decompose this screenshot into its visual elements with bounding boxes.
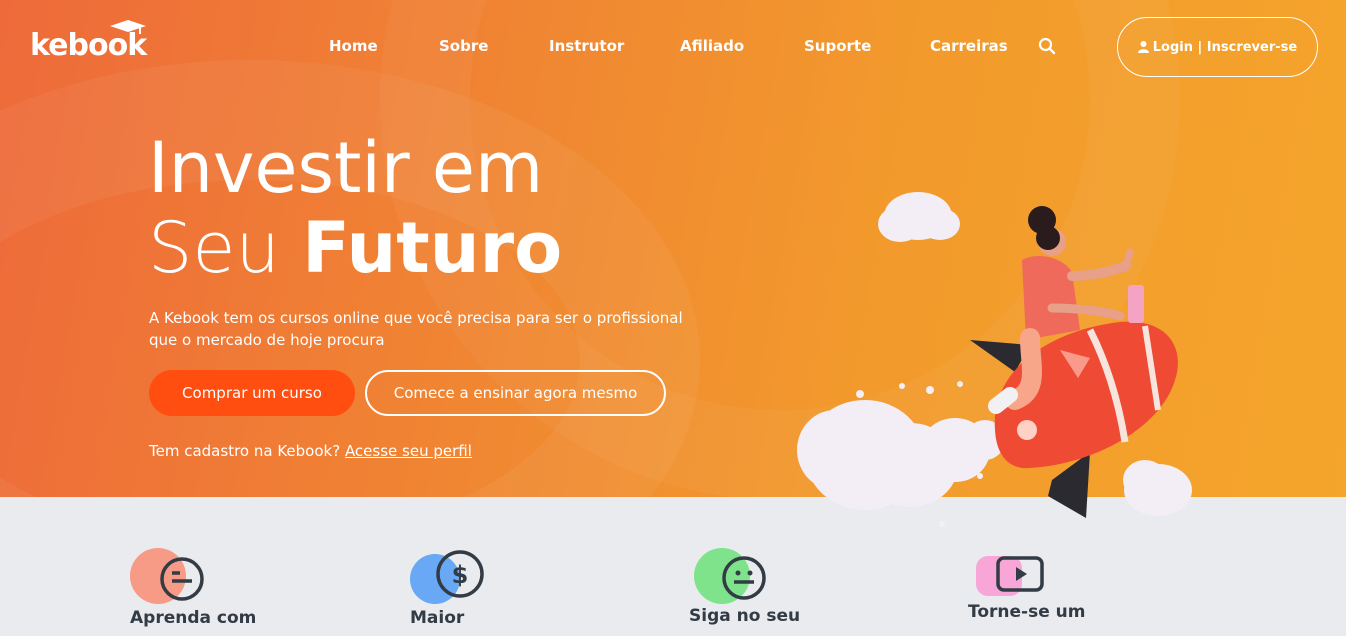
headline-line2: Seu Futuro bbox=[148, 208, 562, 288]
feature-label: Aprenda com bbox=[130, 608, 257, 628]
feature-item: $ Maior bbox=[410, 540, 610, 636]
feature-item: Torne-se um bbox=[968, 540, 1188, 636]
feature-label: Siga no seu bbox=[689, 606, 801, 626]
cloud-illustration bbox=[1123, 460, 1192, 516]
login-register-button[interactable]: Login | Inscrever-se bbox=[1117, 17, 1318, 77]
search-icon[interactable] bbox=[1038, 37, 1056, 55]
headline-bold-word: Futuro bbox=[302, 207, 563, 289]
cloud-illustration bbox=[797, 400, 1005, 510]
dollar-icon: $ bbox=[436, 550, 484, 598]
nav-link-home[interactable]: Home bbox=[329, 37, 378, 55]
buy-course-button[interactable]: Comprar um curso bbox=[149, 370, 355, 416]
login-register-label: Login | Inscrever-se bbox=[1152, 39, 1298, 55]
feature-item: Siga no seu bbox=[689, 540, 894, 636]
cloud-illustration bbox=[878, 192, 960, 242]
login-prompt-text: Tem cadastro na Kebook? bbox=[149, 442, 345, 460]
nav-link-carreiras[interactable]: Carreiras bbox=[930, 37, 1008, 55]
user-icon bbox=[1137, 41, 1149, 53]
login-prompt: Tem cadastro na Kebook? Acesse seu perfi… bbox=[149, 442, 472, 460]
svg-text:$: $ bbox=[452, 561, 469, 589]
start-teaching-button[interactable]: Comece a ensinar agora mesmo bbox=[365, 370, 666, 416]
nav-link-sobre[interactable]: Sobre bbox=[439, 37, 488, 55]
smiley-icon bbox=[160, 557, 204, 601]
graduation-cap-icon bbox=[110, 20, 146, 34]
feature-label: Torne-se um bbox=[968, 602, 1086, 622]
access-profile-link[interactable]: Acesse seu perfil bbox=[345, 442, 472, 460]
nav-link-suporte[interactable]: Suporte bbox=[804, 37, 871, 55]
rocket-illustration bbox=[797, 192, 1192, 527]
headline-line1: Investir em bbox=[148, 127, 544, 209]
smiley-icon bbox=[722, 556, 766, 600]
brand-logo[interactable]: kebook bbox=[30, 20, 147, 68]
feature-label: Maior bbox=[410, 608, 465, 628]
nav-link-instrutor[interactable]: Instrutor bbox=[549, 37, 624, 55]
headline-light-word: Seu bbox=[148, 207, 303, 289]
hero-headline: Investir em Seu Futuro bbox=[148, 128, 562, 288]
feature-item: Aprenda com bbox=[130, 540, 330, 636]
nav-link-afiliado[interactable]: Afiliado bbox=[680, 37, 744, 55]
video-icon bbox=[996, 556, 1044, 592]
hero-subtitle: A Kebook tem os cursos online que você p… bbox=[149, 309, 683, 349]
